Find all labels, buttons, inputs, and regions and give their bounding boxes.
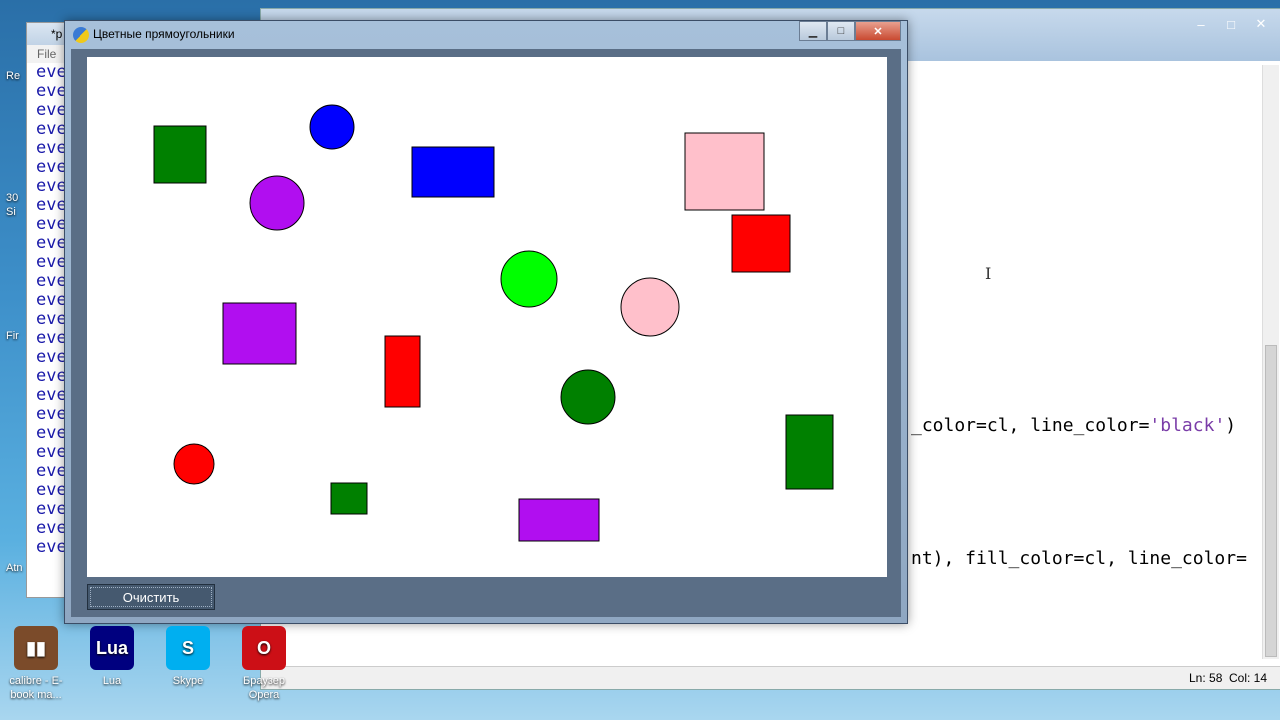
editor-close-button[interactable]: ✕ xyxy=(1249,15,1273,33)
circle-shape xyxy=(500,250,558,308)
clear-button[interactable]: Очистить xyxy=(87,584,215,610)
text-cursor-icon: I xyxy=(985,264,992,283)
minimize-button[interactable]: ▁ xyxy=(799,21,827,41)
window-controls: ▁ □ ✕ xyxy=(799,21,901,41)
shortcut-label: Браузер Opera xyxy=(243,675,285,701)
close-button[interactable]: ✕ xyxy=(855,21,901,41)
desktop-shortcut[interactable]: Lua Lua xyxy=(80,626,144,688)
desktop-label: Si xyxy=(6,206,16,218)
rectangle-shape xyxy=(153,125,207,184)
circle-shape xyxy=(560,369,616,425)
canvas-window-client: Очистить xyxy=(71,49,901,617)
app-icon: ▮▮ xyxy=(14,626,58,670)
python-icon xyxy=(73,27,89,43)
editor-status-bar: Ln: 58 Col: 14 xyxy=(261,666,1280,689)
app-icon: S xyxy=(166,626,210,670)
app-icon: Lua xyxy=(90,626,134,670)
code-string: 'black' xyxy=(1149,415,1226,436)
status-column: Col: 14 xyxy=(1229,671,1268,685)
circle-shape xyxy=(620,277,680,337)
desktop-shortcut[interactable]: O Браузер Opera xyxy=(232,626,296,702)
desktop-label: Re xyxy=(6,70,21,82)
circle-shape xyxy=(173,443,215,485)
rectangle-shape xyxy=(330,482,368,515)
shortcut-label: Lua xyxy=(102,675,122,687)
editor-window-controls: – □ ✕ xyxy=(1189,15,1273,33)
window-title: Цветные прямоугольники xyxy=(93,27,235,41)
rectangle-shape xyxy=(384,335,421,408)
desktop-label: Fir xyxy=(6,330,19,342)
rectangle-shape xyxy=(518,498,600,542)
shortcut-label: calibre - E-book ma... xyxy=(9,675,63,701)
maximize-button[interactable]: □ xyxy=(827,21,855,41)
scrollbar-thumb[interactable] xyxy=(1265,345,1277,657)
desktop-left-strip: Re 30 Si Fir Atn xyxy=(0,0,28,600)
desktop-icons: ▮▮ calibre - E-book ma... Lua Lua S Skype O Бра… xyxy=(0,620,286,720)
desktop-label: 30 xyxy=(6,192,19,204)
shapes-layer xyxy=(153,104,834,542)
canvas-window-titlebar[interactable]: Цветные прямоугольники ▁ □ ✕ xyxy=(65,21,907,49)
rectangle-shape xyxy=(222,302,297,365)
editor-vertical-scrollbar[interactable] xyxy=(1262,65,1279,659)
canvas-window: Цветные прямоугольники ▁ □ ✕ Очистить xyxy=(64,20,908,624)
desktop-shortcut[interactable]: S Skype xyxy=(156,626,220,688)
rectangle-shape xyxy=(785,414,834,490)
rectangle-shape xyxy=(684,132,765,211)
desktop-label: Atn xyxy=(6,562,23,574)
editor-code-area[interactable]: _color=cl, line_color='black') nt), fill… xyxy=(911,65,1259,659)
app-icon: O xyxy=(242,626,286,670)
editor-maximize-button[interactable]: □ xyxy=(1219,15,1243,33)
status-line: Ln: 58 xyxy=(1189,671,1223,685)
code-line: nt), fill_color=cl, line_color= xyxy=(911,548,1247,569)
circle-shape xyxy=(309,104,355,150)
editor-minimize-button[interactable]: – xyxy=(1189,15,1213,33)
rectangle-shape xyxy=(731,214,791,273)
rectangle-shape xyxy=(411,146,495,198)
desktop-shortcut[interactable]: ▮▮ calibre - E-book ma... xyxy=(4,626,68,702)
shortcut-label: Skype xyxy=(172,675,204,687)
code-line: _color=cl, line_color='black') xyxy=(911,415,1236,436)
code-text: ) xyxy=(1225,415,1237,436)
code-text: _color=cl, line_color= xyxy=(911,415,1150,436)
drawing-canvas[interactable] xyxy=(87,57,887,577)
circle-shape xyxy=(249,175,305,231)
